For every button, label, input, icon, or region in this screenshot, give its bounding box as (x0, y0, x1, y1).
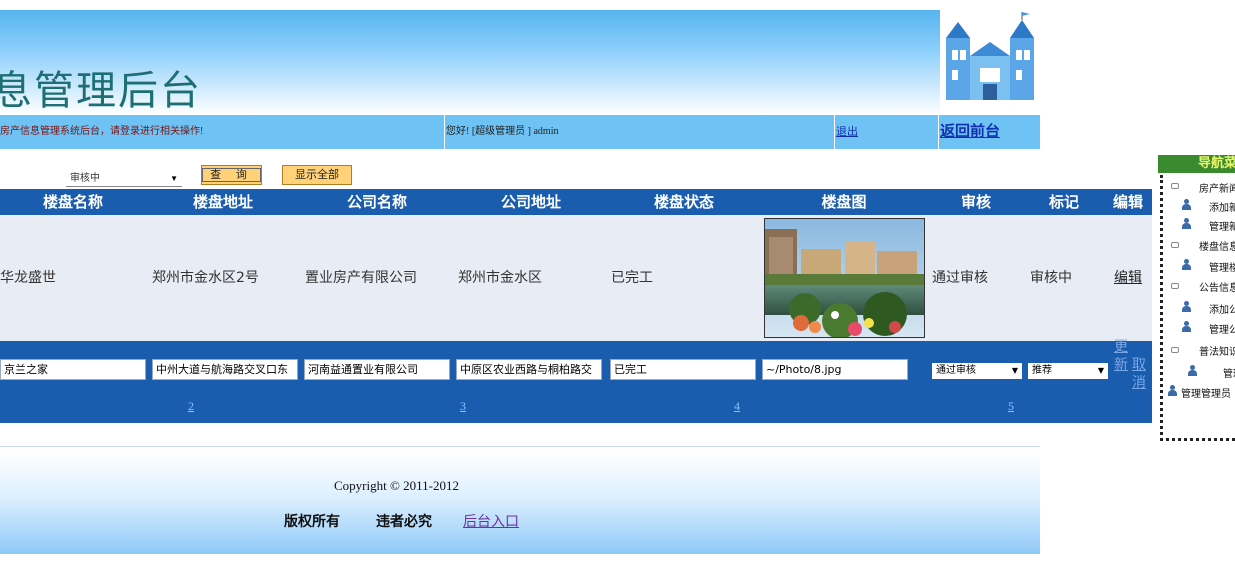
user-icon (1167, 385, 1177, 397)
col-header-status: 楼盘状态 (653, 193, 714, 211)
user-icon (1181, 259, 1191, 271)
user-icon (1181, 218, 1191, 230)
mark-select-value: 推荐 (1032, 365, 1052, 376)
edit-link-cell: 编辑 (1114, 215, 1142, 341)
property-photo (764, 218, 925, 338)
col-header-company: 公司名称 (346, 193, 407, 211)
company-address-input[interactable]: 中原区农业西路与桐柏路交 (456, 359, 602, 380)
page-link-5[interactable]: 5 (1008, 399, 1014, 414)
audit-select-value: 通过审核 (936, 365, 976, 376)
audit-filter-value: 审核中 (70, 173, 100, 184)
page-link-4[interactable]: 4 (734, 399, 740, 414)
piracy-text: 违者必究 (376, 514, 432, 530)
edit-link[interactable]: 编辑 (1114, 270, 1142, 286)
folder-icon (1171, 183, 1179, 189)
cell-audit: 通过审核 (932, 270, 988, 286)
folder-icon (1171, 242, 1179, 248)
nav-item-add-news[interactable]: 添加新闻 (1209, 199, 1235, 214)
audit-filter-select[interactable]: 审核中 ▼ (66, 171, 182, 187)
nav-item-news[interactable]: 房产新闻 (1199, 180, 1235, 195)
page-link-2[interactable]: 2 (188, 399, 194, 414)
chevron-down-icon: ▼ (170, 174, 178, 183)
welcome-text: 您好! [超级管理员 ] admin (446, 126, 559, 137)
divider (834, 115, 835, 149)
footer: Copyright © 2011-2012 版权所有 违者必究 后台入口 (0, 452, 1040, 554)
nav-panel: 导航菜单 房产新闻 添加新闻 管理新闻 楼盘信息 管理楼盘 公告信息 添加公告 … (1158, 155, 1235, 441)
property-photo-image (765, 219, 924, 337)
nav-item-buildings[interactable]: 楼盘信息 (1199, 238, 1235, 253)
search-toolbar: 审核中 ▼ 查 询 显示全部 (0, 162, 500, 190)
user-icon (1181, 199, 1191, 211)
photo-path-input[interactable]: ~/Photo/8.jpg (762, 359, 908, 380)
address-input[interactable]: 中州大道与航海路交叉口东 (152, 359, 298, 380)
nav-item-manage-buildings[interactable]: 管理楼盘 (1209, 259, 1235, 274)
nav-item-law[interactable]: 普法知识 (1199, 343, 1235, 358)
page-link-3[interactable]: 3 (460, 399, 466, 414)
cell-mark: 审核中 (1030, 270, 1072, 286)
chevron-down-icon: ▼ (1011, 366, 1018, 375)
status-input[interactable]: 已完工 (610, 359, 756, 380)
cell-company: 置业房产有限公司 (305, 270, 417, 286)
cell-company-address: 郑州市金水区 (458, 270, 542, 286)
user-icon (1181, 321, 1191, 333)
company-input[interactable]: 河南益通置业有限公司 (304, 359, 450, 380)
update-link[interactable]: 更新 (1114, 339, 1130, 375)
cell-status: 已完工 (611, 270, 653, 286)
col-header-address: 楼盘地址 (192, 193, 253, 211)
nav-item-manage-admin[interactable]: 管理管理员 (1181, 385, 1231, 400)
nav-title: 导航菜单 (1158, 155, 1235, 173)
mark-select[interactable]: 推荐 ▼ (1028, 363, 1108, 379)
back-to-front-link[interactable]: 返回前台 (940, 115, 1040, 149)
col-header-company-address: 公司地址 (500, 193, 561, 211)
copyright-text: Copyright © 2011-2012 (334, 478, 459, 493)
cell-name: 华龙盛世 (0, 270, 56, 286)
user-icon (1187, 365, 1197, 377)
folder-icon (1171, 283, 1179, 289)
castle-logo (940, 10, 1040, 115)
header-banner: 息管理后台 (0, 10, 940, 115)
edit-row: 京兰之家 中州大道与航海路交叉口东 河南益通置业有限公司 中原区农业西路与桐柏路… (0, 339, 1152, 397)
nav-item-manage-news[interactable]: 管理新闻 (1209, 218, 1235, 233)
chevron-down-icon: ▼ (1097, 366, 1104, 375)
divider (938, 115, 939, 149)
nav-item-manage-notices[interactable]: 管理公告 (1209, 321, 1235, 336)
admin-entry-link[interactable]: 后台入口 (463, 511, 519, 531)
info-bar: 房产信息管理系统后台，请登录进行相关操作! 您好! [超级管理员 ] admin… (0, 115, 1040, 149)
cancel-link[interactable]: 取消 (1132, 357, 1152, 393)
pager: 2 3 4 5 (0, 397, 1152, 423)
cell-address: 郑州市金水区2号 (152, 270, 259, 286)
castle-icon (940, 10, 1040, 115)
user-icon (1181, 301, 1191, 313)
footer-divider (0, 446, 1040, 447)
col-header-photo: 楼盘图 (821, 193, 867, 211)
logout-link[interactable]: 退出 (836, 115, 936, 149)
query-button[interactable]: 查 询 (201, 165, 262, 185)
col-header-name: 楼盘名称 (42, 193, 103, 211)
nav-item-manage-law[interactable]: 管理 (1223, 365, 1235, 380)
name-input[interactable]: 京兰之家 (0, 359, 146, 380)
nav-item-add-notice[interactable]: 添加公告 (1209, 301, 1235, 316)
col-header-edit: 编辑 (1112, 193, 1143, 211)
nav-tree: 房产新闻 添加新闻 管理新闻 楼盘信息 管理楼盘 公告信息 添加公告 管理公告 … (1160, 175, 1235, 441)
table-row: 华龙盛世 郑州市金水区2号 置业房产有限公司 郑州市金水区 已完工 通过审核 审… (0, 215, 1152, 341)
rights-text: 版权所有 (284, 514, 340, 530)
login-notice: 房产信息管理系统后台，请登录进行相关操作! (0, 126, 204, 137)
property-grid: 楼盘名称 楼盘地址 公司名称 公司地址 楼盘状态 楼盘图 审核 标记 编辑 华龙… (0, 189, 1152, 434)
col-header-mark: 标记 (1048, 193, 1079, 211)
divider (444, 115, 445, 149)
audit-select[interactable]: 通过审核 ▼ (932, 363, 1022, 379)
folder-icon (1171, 347, 1179, 353)
nav-item-notices[interactable]: 公告信息 (1199, 279, 1235, 294)
grid-header: 楼盘名称 楼盘地址 公司名称 公司地址 楼盘状态 楼盘图 审核 标记 编辑 (0, 189, 1152, 215)
col-header-audit: 审核 (960, 193, 991, 211)
show-all-button[interactable]: 显示全部 (282, 165, 352, 185)
site-title: 息管理后台 (0, 68, 202, 114)
query-button-label: 查 询 (202, 168, 261, 182)
